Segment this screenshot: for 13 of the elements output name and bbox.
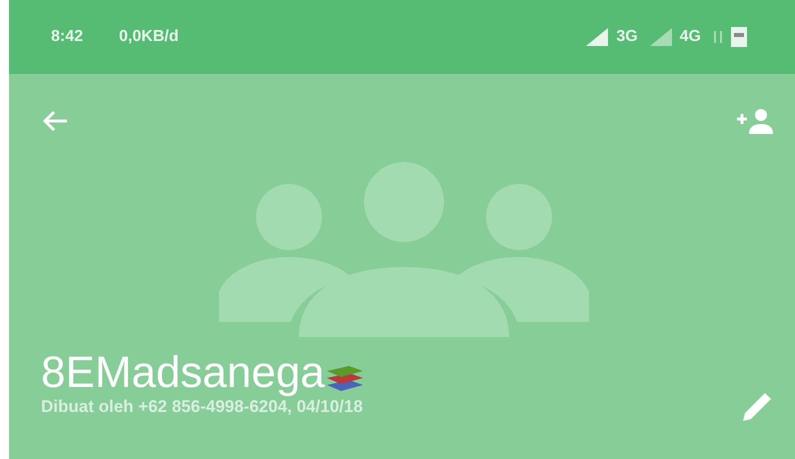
battery-icon <box>731 27 747 47</box>
group-name: 8EMadsanega <box>41 349 325 397</box>
back-arrow-icon[interactable] <box>41 109 69 133</box>
created-by-text: Dibuat oleh +62 856-4998-6204, 04/10/18 <box>41 397 363 417</box>
group-avatar-icon <box>219 162 589 337</box>
network-label: 4G <box>680 28 701 46</box>
data-rate: 0,0KB/d <box>119 28 179 46</box>
network-label: 3G <box>616 28 638 46</box>
data-arrows-icon <box>713 29 723 45</box>
signal-icon <box>586 28 608 46</box>
signal-icon <box>650 28 672 46</box>
add-person-icon[interactable] <box>735 108 775 134</box>
clock: 8:42 <box>51 28 84 46</box>
